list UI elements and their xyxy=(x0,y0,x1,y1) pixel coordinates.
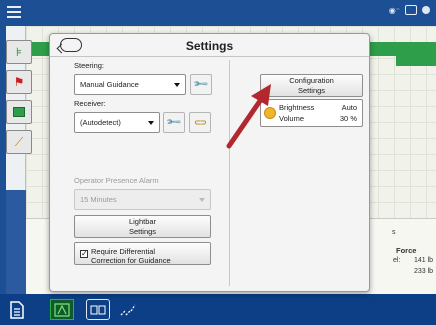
split-view-icon[interactable] xyxy=(86,299,110,320)
brightness-value: Auto xyxy=(341,103,357,112)
top-bar: ◉⁻ xyxy=(0,0,436,26)
settings-dialog: Settings Steering: Manual Guidance 🔧 Rec… xyxy=(49,33,370,292)
field-boundary-corner xyxy=(396,52,436,66)
flag-icon: ⚑ xyxy=(13,75,25,89)
alarm-select[interactable]: 15 Minutes xyxy=(74,189,211,210)
satellite-icon: ◉⁻ xyxy=(388,5,400,15)
config-line2: Settings xyxy=(297,85,326,95)
steering-settings-button[interactable]: 🔧 xyxy=(190,74,212,95)
brightness-volume-button[interactable]: Brightness Auto Volume 30 % xyxy=(260,99,363,127)
document-icon[interactable] xyxy=(8,299,26,320)
alarm-value: 15 Minutes xyxy=(80,195,117,204)
alarm-label: Operator Presence Alarm xyxy=(74,176,159,185)
differential-line2: Correction for Guidance xyxy=(91,256,171,266)
volume-value: 30 % xyxy=(339,114,357,123)
brightness-row: Brightness Auto xyxy=(279,103,357,112)
chevron-down-icon xyxy=(174,83,180,87)
side-tab-flag[interactable]: ⚑ xyxy=(6,70,32,94)
field-icon xyxy=(13,107,25,117)
force-value-2: 233 lb xyxy=(414,268,434,275)
volume-row: Volume 30 % xyxy=(279,114,357,123)
side-tab-equipment[interactable]: ⊧ xyxy=(6,40,32,64)
chain-link-icon: ⊂⊃ xyxy=(194,118,206,127)
receiver-label: Receiver: xyxy=(74,99,106,108)
differential-checkbox[interactable]: ✓ Require Differential Correction for Gu… xyxy=(74,242,211,265)
bg-letter: s xyxy=(392,229,396,236)
steering-label: Steering: xyxy=(74,61,105,70)
menu-icon[interactable] xyxy=(7,6,21,18)
receiver-connection-button[interactable]: ⊂⊃ xyxy=(189,112,211,133)
gps-status-icon xyxy=(422,6,430,14)
guidance-line-icon: ⟋ xyxy=(14,134,24,149)
side-tab-guidance[interactable]: ⟋ xyxy=(6,130,32,154)
chevron-down-icon xyxy=(148,121,154,125)
wrench-icon: 🔧 xyxy=(165,114,183,131)
chevron-down-icon xyxy=(199,198,205,202)
display-icon xyxy=(405,5,417,15)
lightbar-line2: Settings xyxy=(128,226,157,236)
force-value-1: 141 lb xyxy=(414,257,434,264)
status-icons: ◉⁻ xyxy=(389,5,430,15)
tracks-icon[interactable] xyxy=(118,299,140,320)
brightness-icon xyxy=(264,107,276,119)
receiver-value: (Autodetect) xyxy=(80,118,121,127)
config-line1: Configuration xyxy=(289,76,334,86)
dialog-title: Settings xyxy=(185,39,234,53)
title-divider xyxy=(50,56,369,57)
column-divider xyxy=(229,60,230,286)
receiver-settings-button[interactable]: 🔧 xyxy=(163,112,185,133)
volume-label: Volume xyxy=(279,114,305,123)
configuration-settings-button[interactable]: Configuration Settings xyxy=(260,74,363,97)
bottom-bar xyxy=(0,294,436,325)
steering-value: Manual Guidance xyxy=(80,80,139,89)
force-prefix: el: xyxy=(393,257,401,264)
run-screen-icon[interactable] xyxy=(50,299,74,320)
brightness-label: Brightness xyxy=(279,103,315,112)
equipment-icon: ⊧ xyxy=(15,45,23,59)
steering-select[interactable]: Manual Guidance xyxy=(74,74,186,95)
lightbar-line1: Lightbar xyxy=(128,217,157,227)
differential-text: Require Differential Correction for Guid… xyxy=(91,247,171,266)
lightbar-settings-button[interactable]: Lightbar Settings xyxy=(74,215,211,238)
differential-line1: Require Differential xyxy=(91,247,156,256)
wrench-icon: 🔧 xyxy=(192,76,210,93)
checkbox-checked-icon: ✓ xyxy=(80,249,88,258)
receiver-select[interactable]: (Autodetect) xyxy=(74,112,160,133)
force-label: Force xyxy=(396,246,417,255)
side-tab-field[interactable] xyxy=(6,100,32,124)
